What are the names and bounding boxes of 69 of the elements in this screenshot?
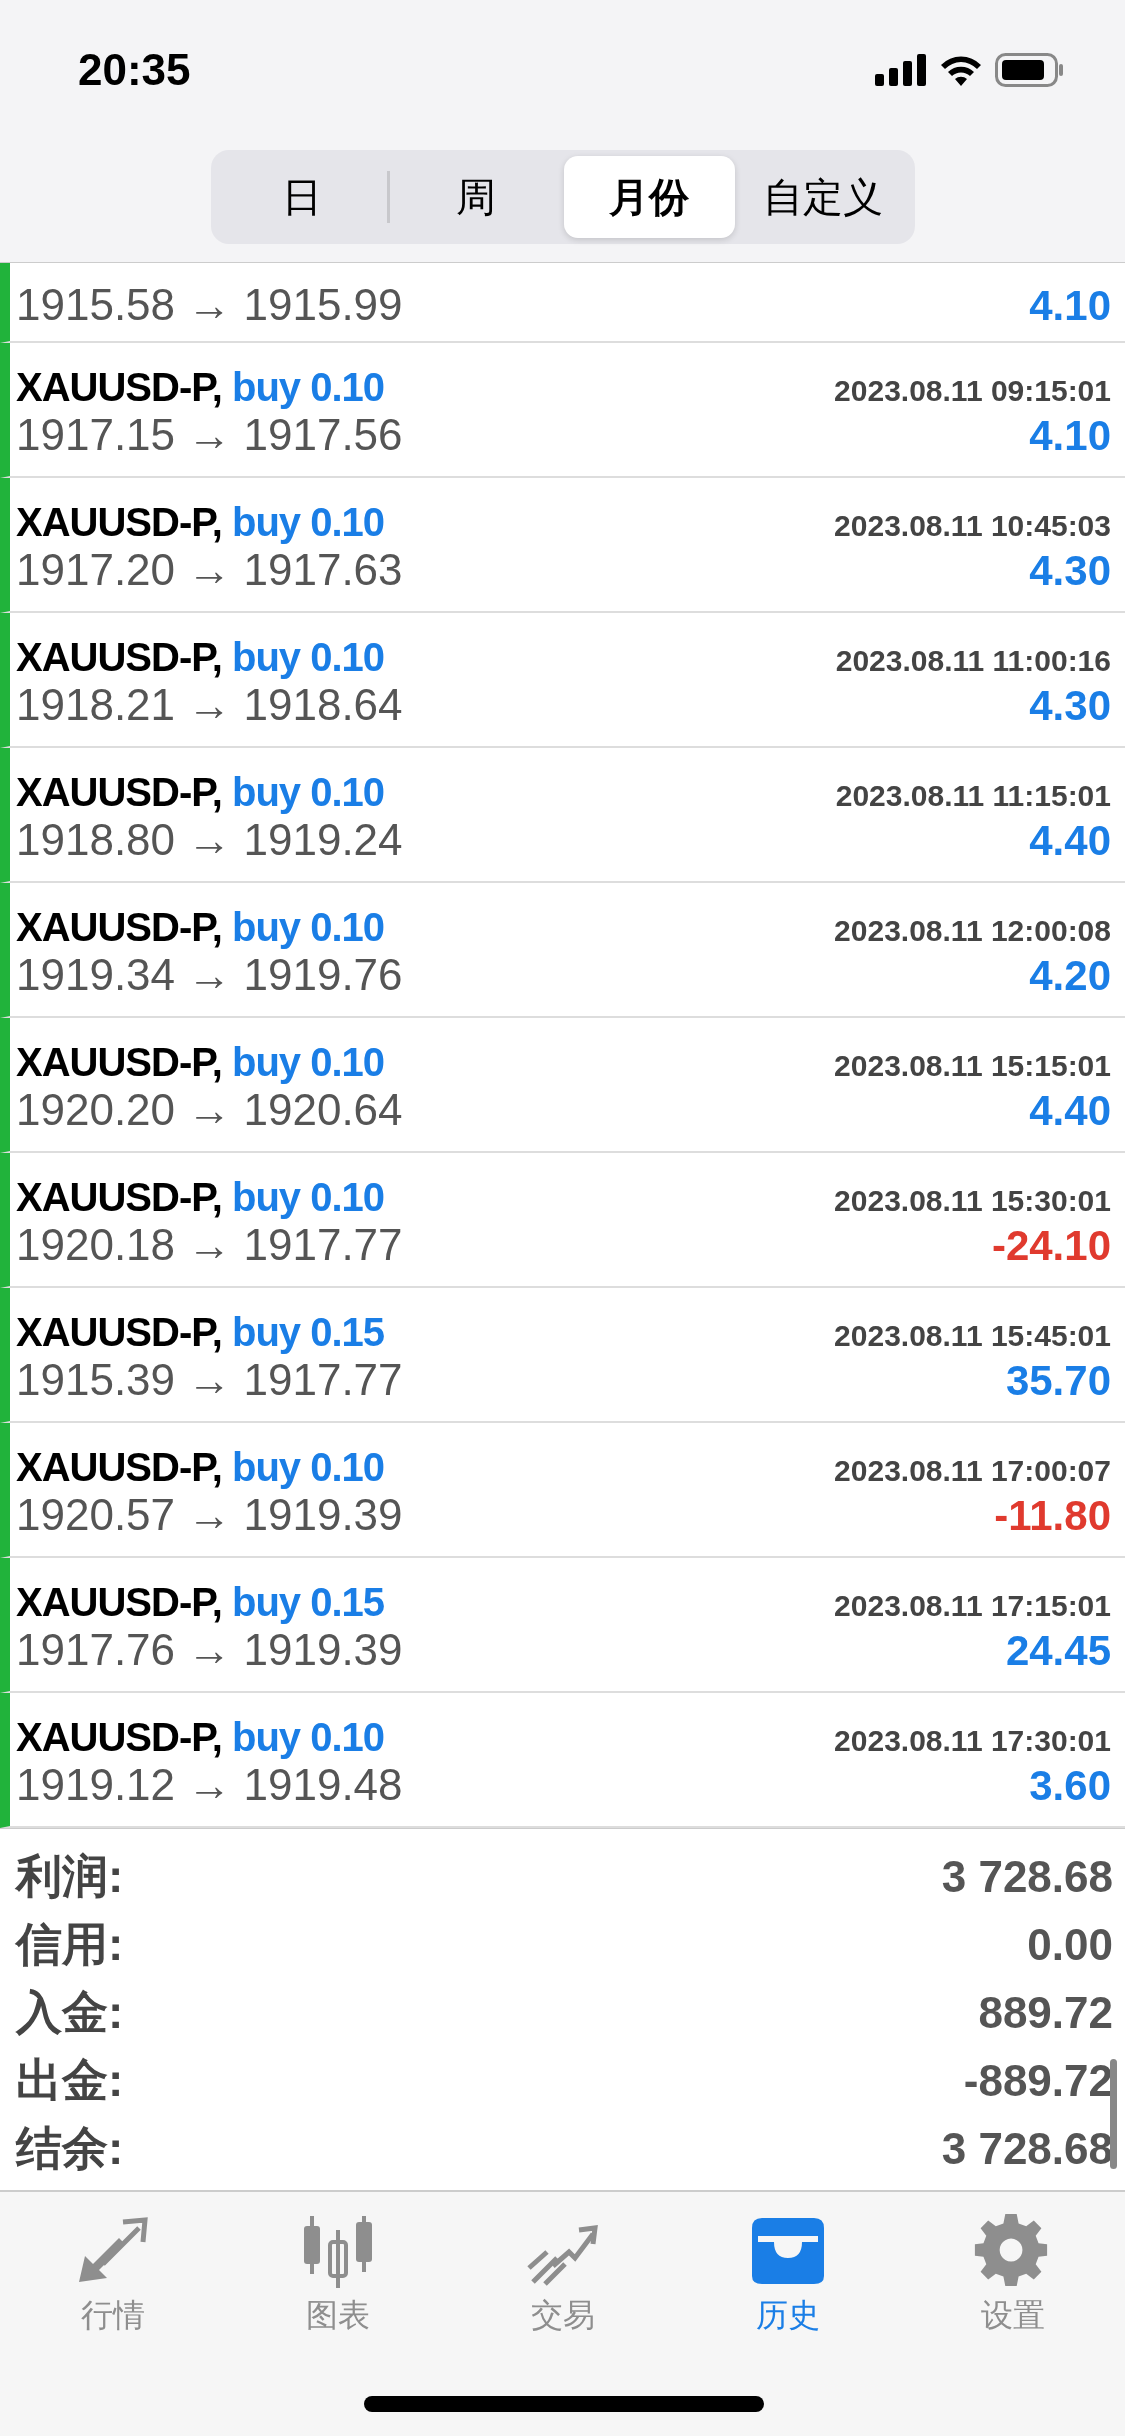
tab-bar-item[interactable]: 历史 (707, 2212, 868, 2338)
wifi-icon (939, 54, 983, 86)
deal-prices: 1917.20 → 1917.63 (16, 545, 403, 595)
deal-prices: 1920.57 → 1919.39 (16, 1490, 403, 1540)
tab-bar-item[interactable]: 设置 (932, 2212, 1093, 2338)
deal-symbol: XAUUSD-P, buy 0.15 (16, 1580, 385, 1625)
deal-prices: 1918.21 → 1918.64 (16, 680, 403, 730)
deal-time: 2023.08.11 17:00:07 (834, 1454, 1111, 1488)
deal-symbol: XAUUSD-P, buy 0.10 (16, 365, 385, 410)
period-tab[interactable]: 自定义 (737, 156, 909, 238)
summary-value: 3 728.68 (941, 2124, 1113, 2174)
deal-prices: 1917.15 → 1917.56 (16, 410, 403, 460)
summary-label: 利润: (16, 1849, 124, 1904)
deal-time: 2023.08.11 15:15:01 (834, 1049, 1111, 1083)
battery-icon (995, 53, 1065, 87)
summary-label: 结余: (16, 2121, 124, 2176)
deal-profit: 3.60 (1029, 1762, 1111, 1810)
deal-profit: -24.10 (991, 1222, 1111, 1270)
deal-symbol: XAUUSD-P, buy 0.10 (16, 1040, 385, 1085)
deal-symbol: XAUUSD-P, buy 0.10 (16, 635, 385, 680)
deal-time: 2023.08.11 11:00:16 (835, 644, 1111, 678)
deal-prices: 1919.34 → 1919.76 (16, 950, 403, 1000)
deal-prices: 1918.80 → 1919.24 (16, 815, 403, 865)
deal-symbol: XAUUSD-P, buy 0.10 (16, 1175, 385, 1220)
signal-icon (875, 54, 927, 86)
deal-symbol: XAUUSD-P, buy 0.10 (16, 1715, 385, 1760)
deal-profit: 24.45 (1005, 1627, 1111, 1675)
tab-bar-item[interactable]: 图表 (257, 2212, 418, 2338)
deal-time: 2023.08.11 17:30:01 (834, 1724, 1111, 1758)
deal-profit: -11.80 (994, 1492, 1111, 1540)
deal-time: 2023.08.11 15:30:01 (834, 1184, 1111, 1218)
deal-symbol: XAUUSD-P, buy 0.10 (16, 905, 385, 950)
deal-profit: 4.10 (1029, 412, 1111, 460)
deal-profit: 4.20 (1029, 952, 1111, 1000)
deal-symbol: XAUUSD-P, buy 0.10 (16, 1445, 385, 1490)
status-time: 20:35 (78, 45, 191, 95)
deal-symbol: XAUUSD-P, buy 0.10 (16, 500, 385, 545)
deal-profit: 4.40 (1029, 817, 1111, 865)
deal-prices: 1920.18 → 1917.77 (16, 1220, 403, 1270)
deal-profit: 4.40 (1029, 1087, 1111, 1135)
deal-prices: 1917.76 → 1919.39 (16, 1625, 403, 1675)
deal-profit: 4.10 (1029, 282, 1111, 330)
deal-prices: 1920.20 → 1920.64 (16, 1085, 403, 1135)
deal-time: 2023.08.11 10:45:03 (834, 509, 1111, 543)
deal-profit: 35.70 (1005, 1357, 1111, 1405)
period-tab[interactable]: 日 (216, 156, 388, 238)
deal-profit: 4.30 (1029, 547, 1111, 595)
deal-prices: 1915.58 → 1915.99 (16, 280, 403, 330)
summary-value: 889.72 (978, 1988, 1113, 2038)
deal-time: 2023.08.11 12:00:08 (834, 914, 1111, 948)
summary-label: 信用: (16, 1917, 124, 1972)
summary-value: 0.00 (1027, 1920, 1113, 1970)
deal-symbol: XAUUSD-P, buy 0.10 (16, 770, 385, 815)
deal-profit: 4.30 (1029, 682, 1111, 730)
period-tab[interactable]: 月份 (564, 156, 735, 238)
summary-label: 出金: (16, 2053, 124, 2108)
summary-value: -889.72 (963, 2056, 1113, 2106)
period-tab[interactable]: 周 (390, 156, 561, 238)
tab-bar-item[interactable]: 行情 (32, 2212, 193, 2338)
deal-time: 2023.08.11 15:45:01 (834, 1319, 1111, 1353)
summary-label: 入金: (16, 1985, 124, 2040)
deal-time: 2023.08.11 09:15:01 (834, 374, 1111, 408)
deal-time: 2023.08.11 11:15:01 (835, 779, 1111, 813)
deal-prices: 1919.12 → 1919.48 (16, 1760, 403, 1810)
summary-value: 3 728.68 (941, 1852, 1113, 1902)
deal-time: 2023.08.11 17:15:01 (834, 1589, 1111, 1623)
deal-prices: 1915.39 → 1917.77 (16, 1355, 403, 1405)
tab-bar-item[interactable]: 交易 (482, 2212, 643, 2338)
deal-symbol: XAUUSD-P, buy 0.15 (16, 1310, 385, 1355)
